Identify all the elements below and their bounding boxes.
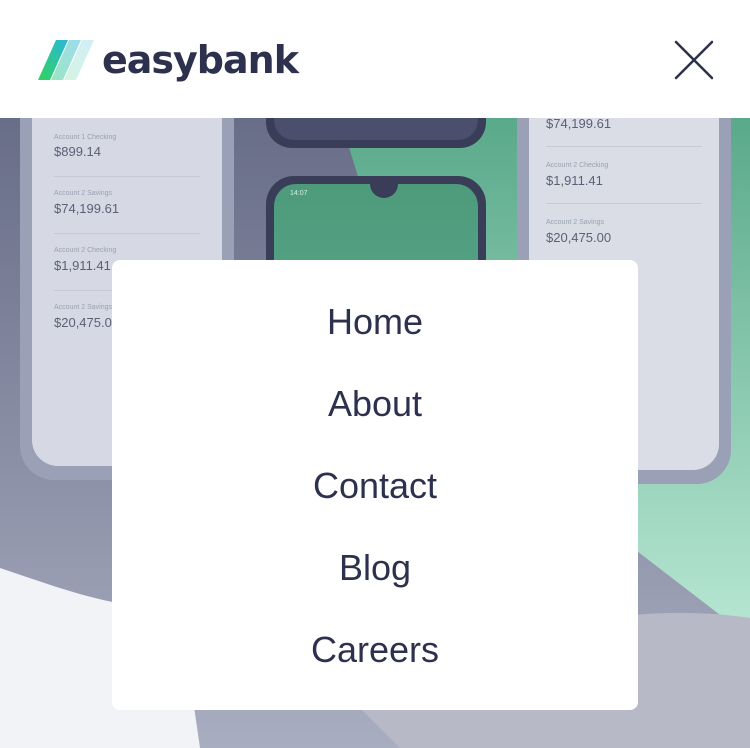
account-label: Account 1 Checking bbox=[54, 134, 117, 141]
mobile-nav-menu: Home About Contact Blog Careers bbox=[112, 260, 638, 710]
menu-item-contact[interactable]: Contact bbox=[112, 464, 638, 508]
phone-notch bbox=[370, 184, 398, 198]
close-icon[interactable] bbox=[672, 38, 716, 82]
logo-stripes-icon bbox=[38, 40, 94, 80]
account-label: Account 2 Savings bbox=[546, 219, 604, 226]
account-value: $1,911.41 bbox=[54, 258, 111, 273]
divider bbox=[546, 203, 702, 204]
account-value: $74,199.61 bbox=[546, 118, 612, 131]
menu-item-careers[interactable]: Careers bbox=[112, 628, 638, 672]
account-label: Account 2 Checking bbox=[546, 162, 609, 169]
middle-phone-top-screen bbox=[274, 118, 478, 140]
brand-name: easybank bbox=[102, 38, 299, 82]
menu-item-about[interactable]: About bbox=[112, 382, 638, 426]
divider bbox=[54, 233, 200, 234]
phone-clock: 14:07 bbox=[290, 190, 308, 197]
divider bbox=[546, 146, 702, 147]
account-value: $1,911.41 bbox=[546, 173, 603, 188]
site-header: easybank bbox=[0, 0, 750, 118]
account-label: Account 2 Checking bbox=[54, 247, 117, 254]
account-value: $74,199.61 bbox=[54, 201, 120, 216]
menu-item-home[interactable]: Home bbox=[112, 300, 638, 344]
account-label: Account 2 Savings bbox=[54, 190, 112, 197]
account-value: $20,475.00 bbox=[54, 315, 120, 330]
menu-item-blog[interactable]: Blog bbox=[112, 546, 638, 590]
easybank-logo[interactable]: easybank bbox=[38, 38, 299, 82]
account-value: $20,475.00 bbox=[546, 230, 612, 245]
middle-phone-top-mockup bbox=[266, 118, 486, 148]
account-label: Account 2 Savings bbox=[54, 304, 112, 311]
account-value: $899.14 bbox=[54, 144, 101, 159]
divider bbox=[54, 176, 200, 177]
